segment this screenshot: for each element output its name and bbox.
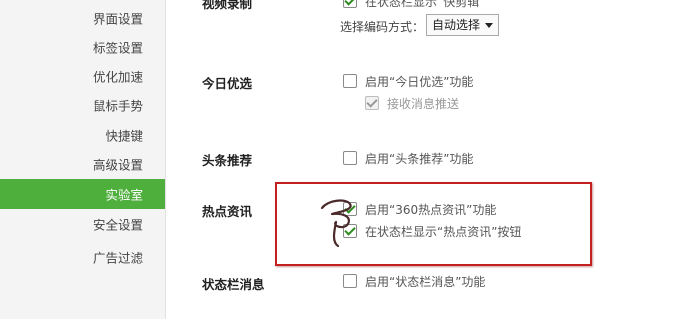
annotation-scribble: [320, 199, 352, 248]
sidebar-item-label: 高级设置: [92, 157, 143, 173]
encoding-select-value: 自动选择: [432, 18, 481, 32]
status-msg-enable-label: 启用“状态栏消息”功能: [365, 275, 486, 289]
sidebar-item-label: 标签设置: [92, 40, 143, 56]
section-title-headlines: 头条推荐: [202, 153, 253, 168]
sidebar-item-optimize[interactable]: 优化加速: [0, 61, 165, 91]
section-title-video: 视频录制: [202, 0, 253, 11]
headlines-enable-checkbox[interactable]: [343, 151, 357, 165]
today-pick-enable-label: 启用“今日优选”功能: [365, 75, 474, 89]
encoding-label: 选择编码方式：: [340, 20, 425, 34]
headlines-enable-label: 启用“头条推荐”功能: [365, 152, 474, 166]
sidebar-item-shortcuts[interactable]: 快捷键: [0, 120, 165, 150]
sidebar-item-label: 实验室: [105, 187, 143, 203]
sidebar-item-label: 广告过滤: [92, 250, 143, 266]
sidebar-item-adblock[interactable]: 广告过滤: [0, 242, 165, 272]
sidebar-item-label: 安全设置: [92, 217, 143, 233]
sidebar-item-label: 优化加速: [92, 69, 143, 85]
encoding-select[interactable]: 自动选择: [426, 14, 500, 36]
settings-main: 视频录制 在状态栏显示“快剪辑” 选择编码方式： 自动选择 今日优选 启用“今日…: [166, 0, 700, 319]
sidebar-item-lab[interactable]: 实验室: [0, 179, 165, 209]
video-statusbar-checkbox[interactable]: [343, 0, 357, 8]
status-msg-enable-checkbox[interactable]: [343, 274, 357, 288]
sidebar-item-security[interactable]: 安全设置: [0, 209, 165, 239]
section-title-hot-news: 热点资讯: [202, 204, 253, 219]
chevron-down-icon: [485, 23, 494, 28]
section-title-today-pick: 今日优选: [202, 76, 253, 91]
video-statusbar-label: 在状态栏显示“快剪辑”: [365, 0, 486, 9]
section-title-status-msg: 状态栏消息: [202, 277, 265, 292]
sidebar-item-interface[interactable]: 界面设置: [0, 3, 165, 33]
settings-sidebar: 界面设置 标签设置 优化加速 鼠标手势 快捷键 高级设置 实验室 安全设置 广告…: [0, 0, 166, 319]
sidebar-item-label: 界面设置: [92, 11, 143, 27]
today-pick-enable-checkbox[interactable]: [343, 74, 357, 88]
today-pick-receive-label: 接收消息推送: [387, 97, 460, 111]
sidebar-item-mouse-gestures[interactable]: 鼠标手势: [0, 90, 165, 120]
sidebar-item-tabs[interactable]: 标签设置: [0, 32, 165, 62]
sidebar-item-label: 快捷键: [105, 128, 143, 144]
today-pick-receive-checkbox: [365, 96, 379, 110]
sidebar-item-advanced[interactable]: 高级设置: [0, 149, 165, 179]
sidebar-item-label: 鼠标手势: [92, 98, 143, 114]
